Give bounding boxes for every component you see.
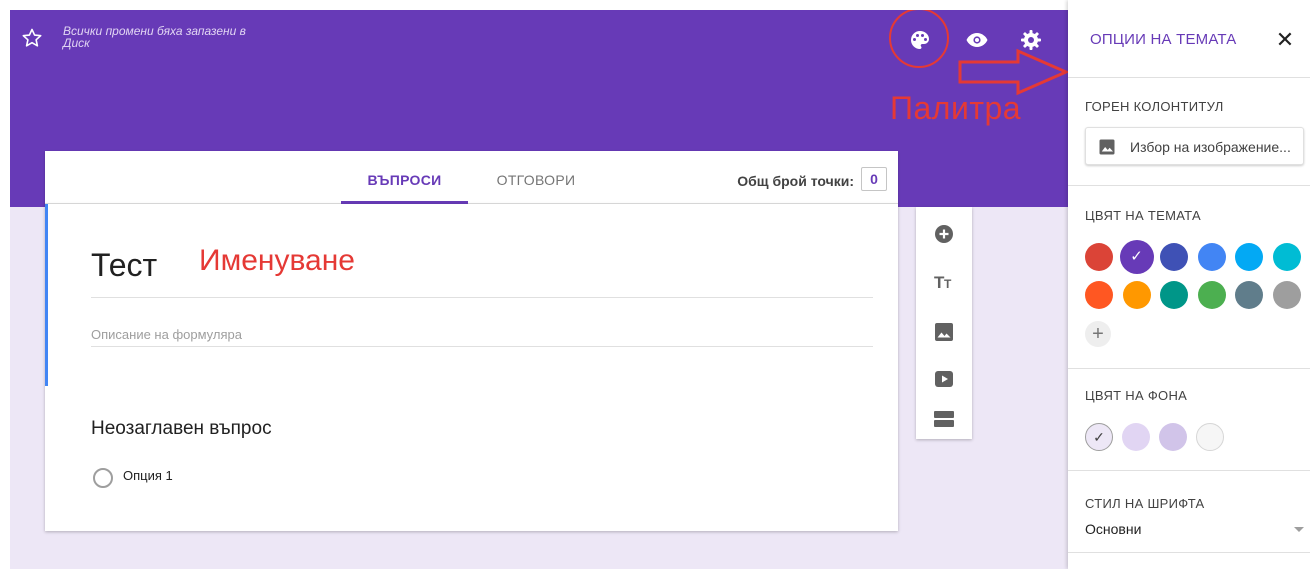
panel-divider — [1068, 185, 1310, 186]
theme-color-swatch[interactable] — [1085, 281, 1113, 309]
theme-color-label: ЦВЯТ НА ТЕМАТА — [1085, 208, 1201, 223]
theme-color-swatch[interactable] — [1235, 243, 1263, 271]
panel-divider — [1068, 368, 1310, 369]
theme-color-swatch[interactable] — [1272, 281, 1301, 309]
font-style-select[interactable]: Основни — [1085, 521, 1141, 537]
theme-color-swatch[interactable] — [1122, 281, 1151, 309]
add-video-icon[interactable] — [932, 367, 956, 391]
theme-color-swatch[interactable] — [1160, 281, 1188, 309]
focus-indicator — [45, 204, 48, 386]
dropdown-arrow-icon[interactable] — [1294, 527, 1304, 532]
tab-questions[interactable]: ВЪПРОСИ — [341, 151, 468, 203]
naming-annotation-label: Именуване — [199, 244, 355, 277]
star-icon[interactable] — [20, 26, 44, 50]
image-icon — [1098, 138, 1116, 156]
theme-color-swatch[interactable] — [1197, 281, 1226, 309]
title-underline — [91, 297, 873, 298]
selected-check-icon: ✓ — [1093, 429, 1105, 445]
total-points-value: 0 — [861, 167, 887, 191]
form-description-input[interactable]: Описание на формуляра — [91, 327, 242, 342]
add-custom-color-icon[interactable]: + — [1085, 321, 1111, 347]
option-label[interactable]: Опция 1 — [123, 468, 173, 483]
choose-image-button[interactable]: Избор на изображение... — [1085, 127, 1304, 165]
add-image-icon[interactable] — [932, 320, 956, 344]
total-points-label: Общ брой точки: — [737, 173, 854, 189]
background-color-swatch[interactable] — [1122, 423, 1150, 451]
choose-image-label: Избор на изображение... — [1130, 139, 1291, 155]
form-title-input[interactable]: Тест — [91, 247, 157, 284]
form-card: Тест Именуване Описание на формуляра Нео… — [45, 204, 898, 531]
selected-check-icon: ✓ — [1130, 248, 1143, 265]
background-color-label: ЦВЯТ НА ФОНА — [1085, 388, 1188, 403]
radio-option-icon[interactable] — [93, 468, 113, 488]
form-tabs-bar: ВЪПРОСИ ОТГОВОРИ Общ брой точки: 0 — [45, 151, 898, 204]
header-section-label: ГОРЕН КОЛОНТИТУЛ — [1085, 99, 1224, 114]
theme-options-panel: ОПЦИИ НА ТЕМАТА ✕ ГОРЕН КОЛОНТИТУЛ Избор… — [1068, 0, 1310, 569]
theme-color-swatch[interactable] — [1085, 243, 1113, 271]
background-color-swatch[interactable]: ✓ — [1085, 423, 1113, 451]
tab-responses[interactable]: ОТГОВОРИ — [481, 151, 591, 203]
form-editor-area: Всички промени бяха запазени в Диск Пали… — [10, 10, 1068, 569]
panel-divider — [1068, 470, 1310, 471]
palette-icon[interactable] — [908, 28, 932, 52]
description-underline — [91, 346, 873, 347]
theme-color-swatch[interactable] — [1197, 243, 1226, 271]
left-gutter — [0, 0, 10, 569]
panel-divider — [1068, 552, 1310, 553]
theme-color-swatch[interactable] — [1272, 243, 1301, 271]
add-section-icon[interactable] — [932, 407, 956, 431]
close-icon[interactable]: ✕ — [1270, 25, 1300, 55]
panel-divider — [1068, 77, 1310, 78]
question-toolbar: TT — [916, 207, 972, 439]
theme-color-swatch[interactable] — [1160, 243, 1188, 271]
save-status-text: Всички промени бяха запазени в Диск — [63, 24, 246, 50]
annotation-arrow — [958, 48, 1068, 96]
palette-annotation-label: Палитра — [890, 90, 1022, 126]
svg-text:T: T — [944, 277, 952, 291]
background-color-swatch[interactable] — [1196, 423, 1224, 451]
font-style-label: СТИЛ НА ШРИФТА — [1085, 496, 1205, 511]
question-title[interactable]: Неозаглавен въпрос — [91, 418, 272, 440]
theme-color-swatch[interactable] — [1235, 281, 1263, 309]
background-color-swatch[interactable] — [1159, 423, 1187, 451]
add-question-icon[interactable] — [932, 222, 956, 246]
add-title-icon[interactable]: TT — [932, 269, 956, 293]
theme-color-swatch[interactable]: ✓ — [1119, 240, 1154, 274]
panel-title: ОПЦИИ НА ТЕМАТА — [1090, 31, 1237, 48]
